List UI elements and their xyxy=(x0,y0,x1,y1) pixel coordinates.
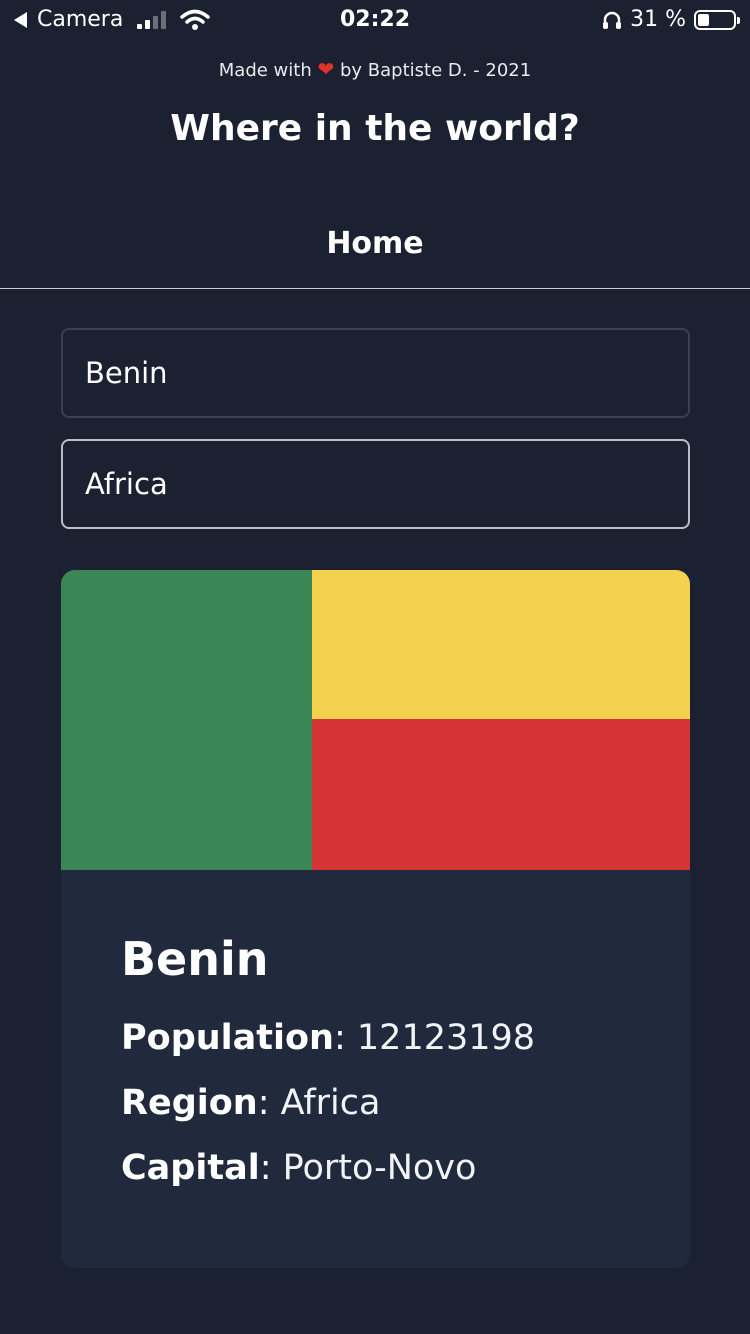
credit-prefix: Made with xyxy=(218,60,312,81)
region-filter-value: Africa xyxy=(85,467,168,501)
country-search-value: Benin xyxy=(85,356,168,390)
population-label: Population xyxy=(121,1018,334,1058)
header-divider xyxy=(0,288,750,289)
country-flag xyxy=(61,570,690,870)
capital-label: Capital xyxy=(121,1148,260,1188)
country-search-input[interactable]: Benin xyxy=(61,328,690,418)
country-card[interactable]: Benin Population: 12123198 Region: Afric… xyxy=(61,570,690,1268)
battery-icon xyxy=(694,9,740,30)
battery-percent: 31 % xyxy=(630,7,686,32)
country-details: Benin Population: 12123198 Region: Afric… xyxy=(61,870,690,1201)
region-row: Region: Africa xyxy=(121,1083,381,1123)
page-title: Where in the world? xyxy=(170,108,580,149)
app-screen: Camera 02:22 31 % Made with ❤ by Baptist… xyxy=(0,0,750,1334)
status-bar: Camera 02:22 31 % xyxy=(0,0,750,40)
population-row: Population: 12123198 xyxy=(121,1018,536,1058)
flag-yellow-band xyxy=(312,570,690,719)
heart-icon: ❤ xyxy=(317,57,335,81)
credit-suffix: by Baptiste D. - 2021 xyxy=(339,60,532,81)
status-right: 31 % xyxy=(602,7,740,32)
region-label: Region xyxy=(121,1083,258,1123)
population-value: 12123198 xyxy=(356,1018,536,1058)
country-name: Benin xyxy=(121,932,269,986)
capital-value: Porto-Novo xyxy=(282,1148,477,1188)
region-filter-input[interactable]: Africa xyxy=(61,439,690,529)
capital-row: Capital: Porto-Novo xyxy=(121,1148,477,1188)
headphones-icon xyxy=(603,11,622,29)
flag-green-band xyxy=(61,570,312,870)
battery-fill xyxy=(698,13,709,26)
flag-red-band xyxy=(312,719,690,870)
region-value: Africa xyxy=(280,1083,381,1123)
nav-home-link[interactable]: Home xyxy=(0,226,750,261)
credit-line: Made with ❤ by Baptiste D. - 2021 xyxy=(0,57,750,81)
